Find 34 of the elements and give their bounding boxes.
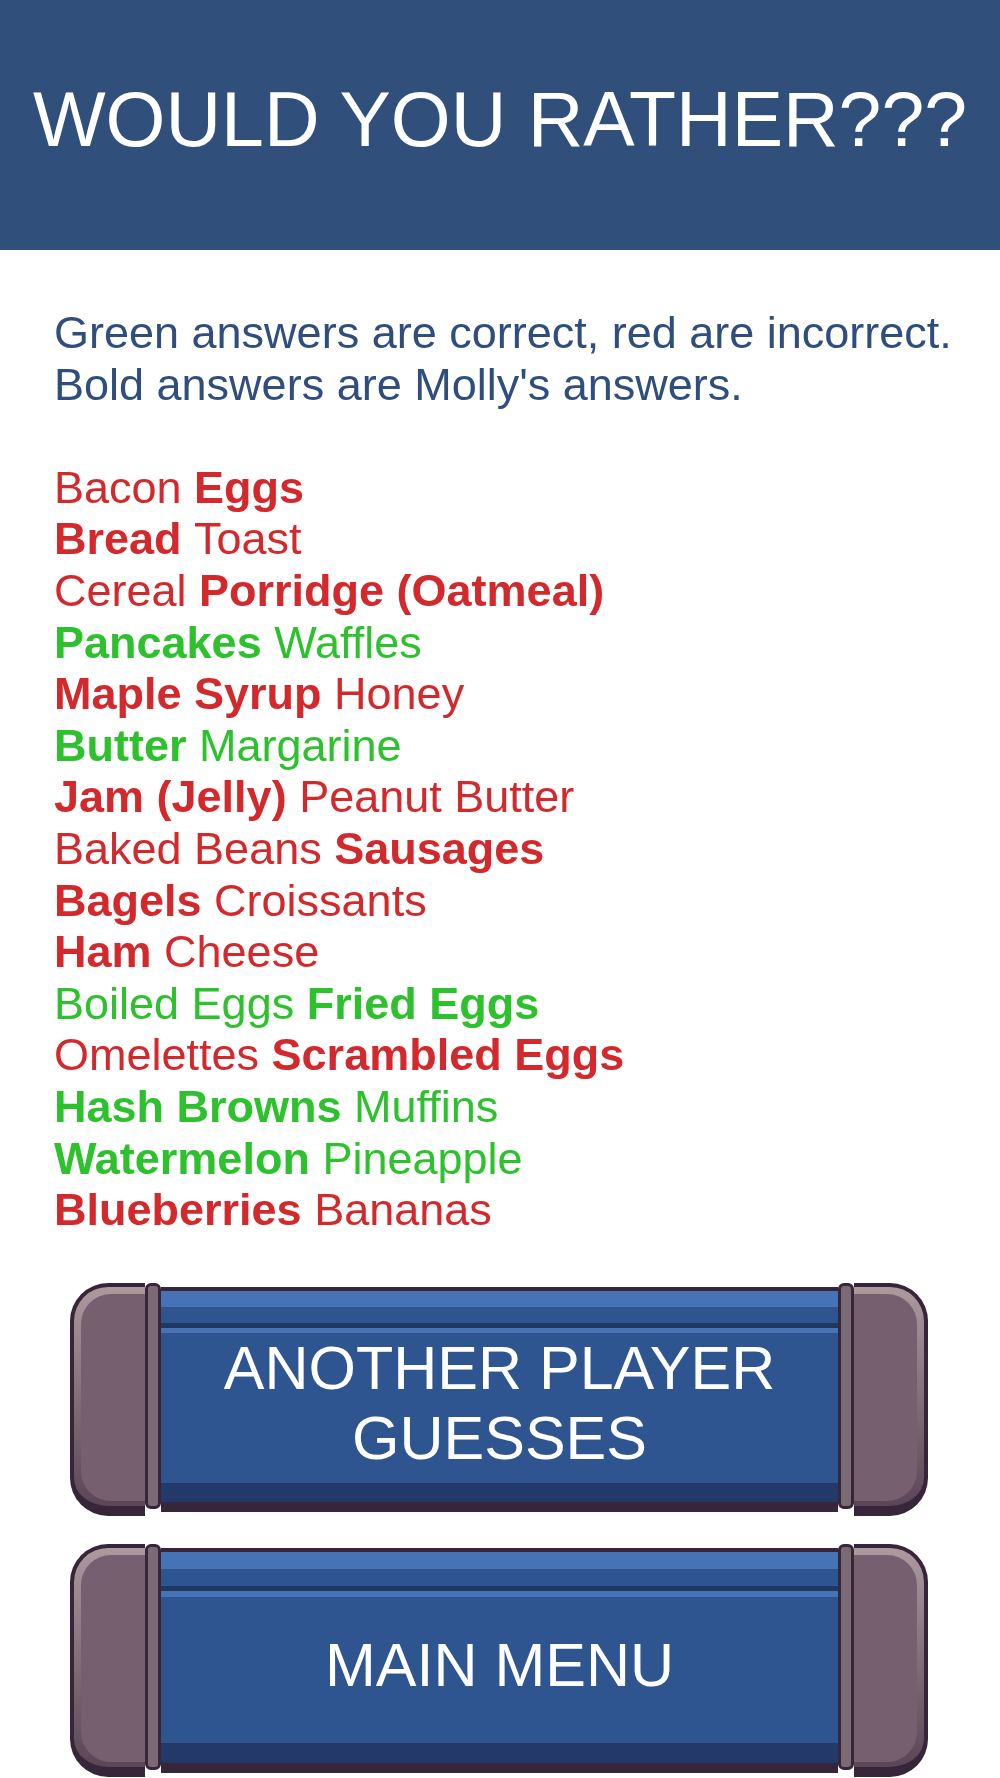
answer-choice: Pineapple bbox=[322, 1132, 523, 1185]
answer-choice: Jam (Jelly) bbox=[54, 771, 287, 823]
answer-choice: Muffins bbox=[354, 1080, 499, 1133]
answer-choice: Blueberries bbox=[54, 1184, 302, 1236]
legend-text: Bold answers are Molly's answers. bbox=[54, 358, 743, 411]
legend-text: Green answers are correct, red are incorrect. bbox=[54, 307, 952, 359]
answer-choice: Boiled Eggs bbox=[54, 977, 295, 1030]
answer-choice: Bacon bbox=[54, 461, 182, 514]
answer-choice: Hash Browns bbox=[54, 1080, 342, 1133]
answer-choice: Butter bbox=[54, 719, 187, 772]
answer-choice: Bread bbox=[54, 513, 182, 565]
answer-choice: Pancakes bbox=[54, 616, 262, 669]
answer-choice: Peanut Butter bbox=[299, 771, 575, 823]
answer-choice: Croissants bbox=[214, 874, 427, 927]
answer-choice: Scrambled Eggs bbox=[271, 1029, 625, 1081]
action-button[interactable]: MAIN MENU bbox=[70, 1544, 928, 1777]
answer-choice: Toast bbox=[194, 513, 302, 565]
answer-choice: Watermelon bbox=[54, 1132, 310, 1185]
page-title: WOULD YOU RATHER??? bbox=[32, 80, 968, 158]
answer-choice: Bagels bbox=[54, 874, 202, 927]
answer-choice: Maple Syrup bbox=[54, 668, 322, 720]
answer-choice: Sausages bbox=[334, 822, 545, 875]
answer-choice: Cheese bbox=[164, 926, 320, 978]
answer-choice: Bananas bbox=[314, 1184, 492, 1236]
answer-choice: Omelettes bbox=[54, 1029, 260, 1081]
answer-choice: Ham bbox=[54, 926, 152, 978]
answer-choice: Eggs bbox=[194, 461, 305, 514]
answer-choice: Honey bbox=[334, 668, 465, 720]
answer-choice: Cereal bbox=[54, 564, 187, 617]
answer-choice: Porridge (Oatmeal) bbox=[199, 564, 605, 617]
answer-choice: Margarine bbox=[199, 719, 402, 772]
answer-choice: Baked Beans bbox=[54, 822, 322, 875]
answer-choice: Waffles bbox=[274, 616, 422, 669]
answer-choice: Fried Eggs bbox=[306, 977, 540, 1030]
